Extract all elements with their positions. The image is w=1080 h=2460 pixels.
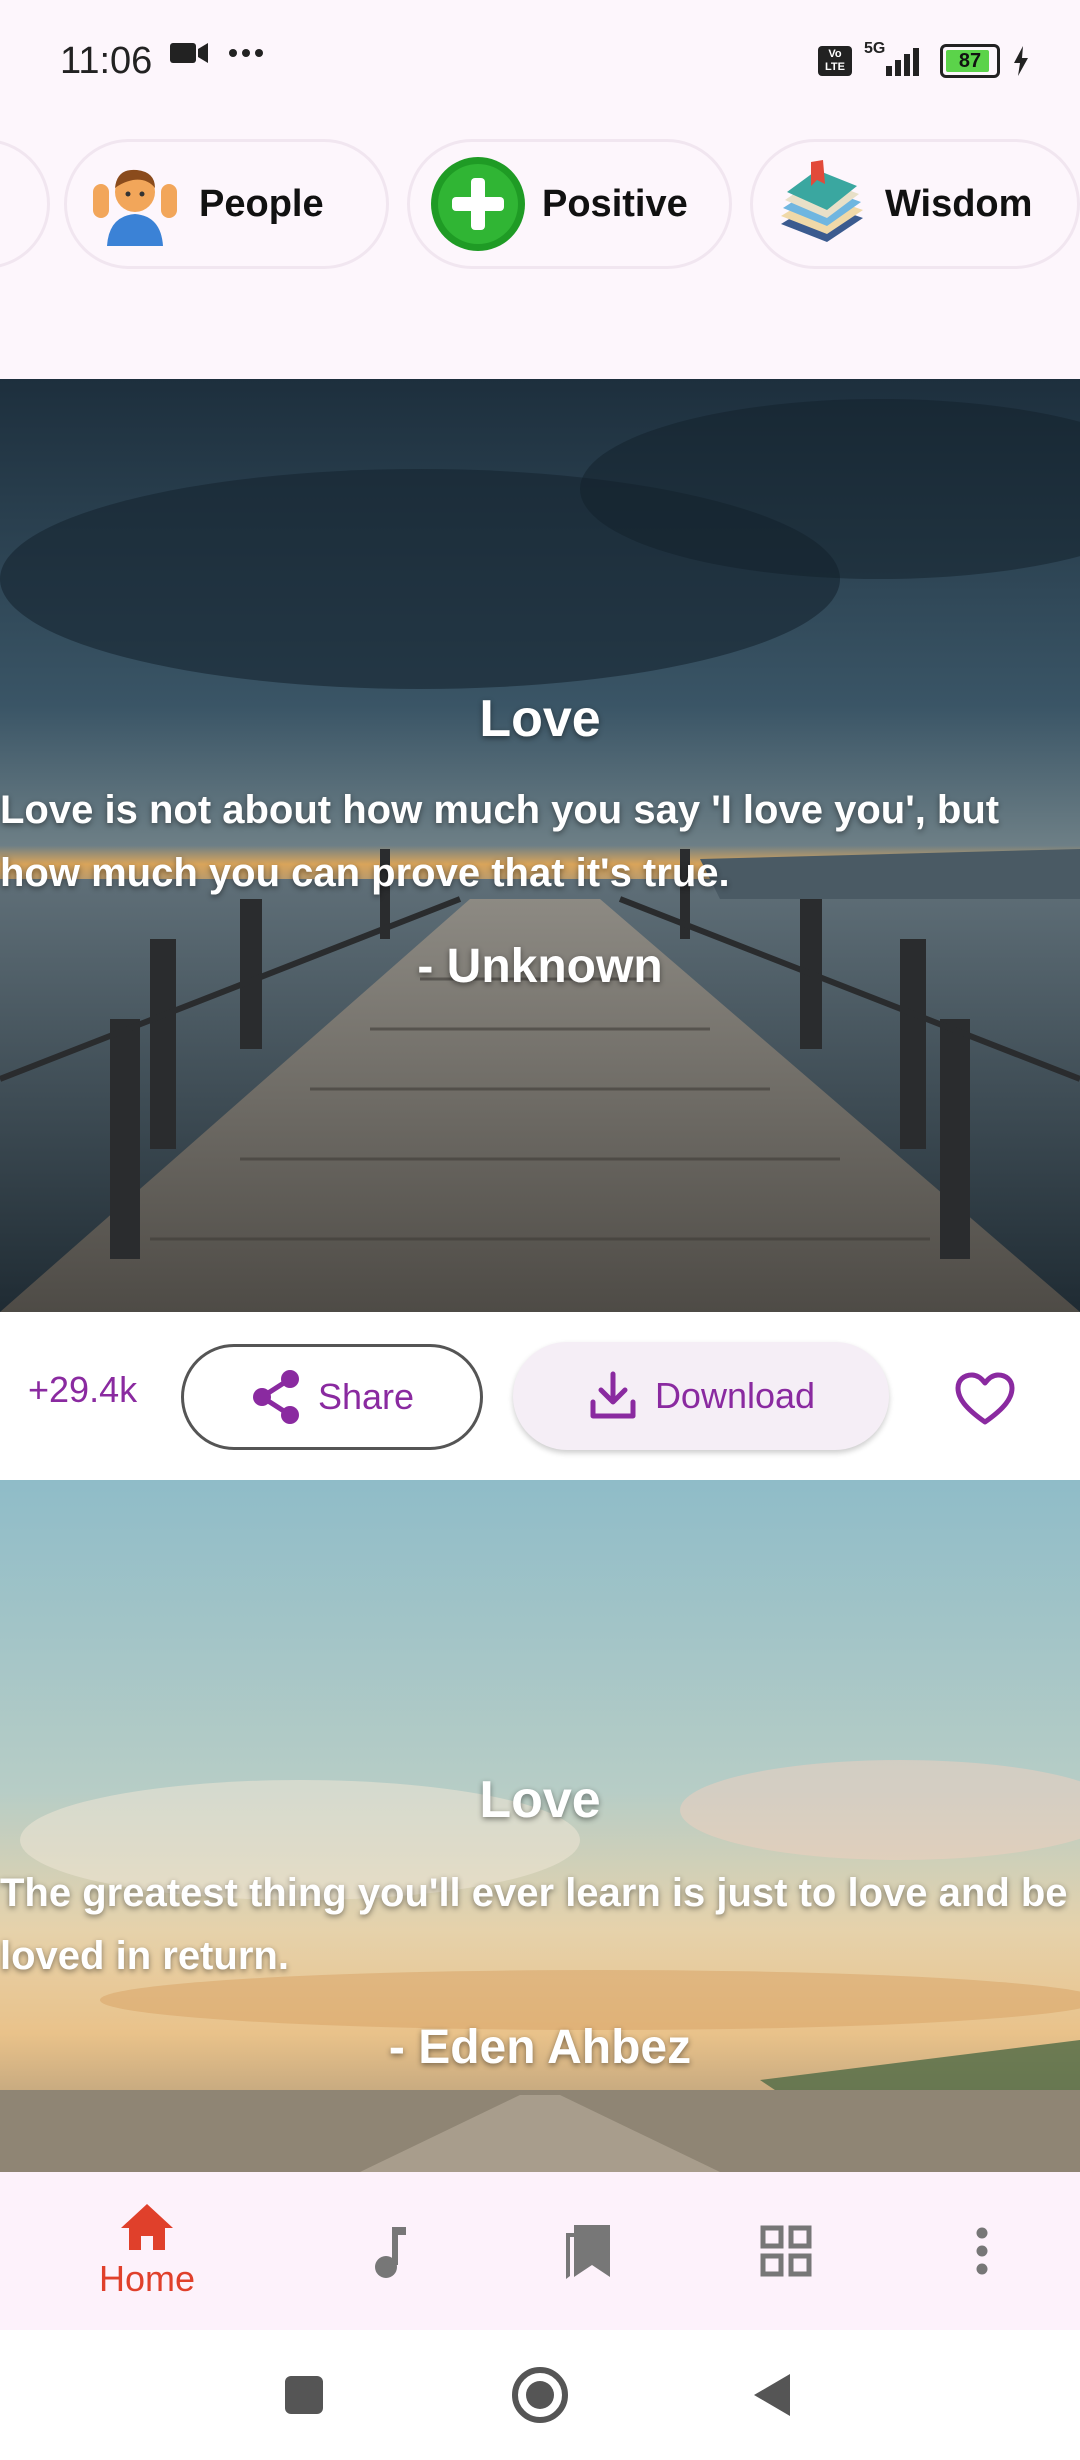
nav-home[interactable]: Home — [72, 2172, 222, 2330]
recent-apps-icon[interactable] — [283, 2374, 325, 2416]
quote-title: Love — [479, 690, 601, 748]
nav-music[interactable] — [340, 2172, 440, 2330]
likes-count: +29.4k — [28, 1369, 138, 1410]
books-icon — [771, 154, 871, 254]
nav-more[interactable] — [932, 2172, 1032, 2330]
status-bar: 11:06 Vo LTE 5G 87 — [0, 0, 1080, 130]
volte-icon: Vo LTE — [818, 46, 852, 76]
category-chip-people[interactable]: People — [64, 139, 389, 269]
status-time: 11:06 — [60, 40, 153, 82]
quote-author: - Unknown — [417, 940, 663, 993]
download-icon — [590, 1371, 636, 1419]
share-icon — [252, 1370, 299, 1424]
more-horiz-icon — [229, 49, 263, 57]
system-navigation-bar — [0, 2330, 1080, 2460]
download-button[interactable]: Download — [513, 1342, 889, 1450]
battery-icon: 87 — [940, 44, 1000, 78]
battery-level: 87 — [958, 49, 982, 72]
quote-actions: +29.4k Share Download — [0, 1312, 1080, 1480]
share-button[interactable]: Share — [181, 1344, 483, 1450]
person-avatar-icon — [85, 154, 185, 254]
bookmarks-icon — [566, 2225, 610, 2279]
plus-circle-icon — [428, 154, 528, 254]
home-icon — [121, 2204, 173, 2250]
quote-card[interactable]: Love The greatest thing you'll ever lear… — [0, 1480, 1080, 2172]
share-label: Share — [317, 1376, 415, 1417]
back-icon[interactable] — [752, 2372, 792, 2418]
nav-grid[interactable] — [736, 2172, 836, 2330]
grid-icon — [760, 2225, 812, 2277]
home-button-icon[interactable] — [511, 2366, 569, 2424]
bottom-navigation: Home — [0, 2172, 1080, 2330]
category-label: Wisdom — [885, 182, 1033, 225]
signal-icon: 5G — [864, 40, 928, 78]
quote-text: The greatest thing you'll ever learn is … — [0, 1871, 1068, 1978]
quote-card[interactable]: Love Love is not about how much you say … — [0, 379, 1080, 1312]
category-label: Positive — [542, 182, 688, 225]
status-right-icons: Vo LTE 5G 87 — [818, 40, 1030, 78]
favorite-button[interactable] — [950, 1364, 1020, 1434]
download-label: Download — [654, 1375, 816, 1416]
video-camera-icon — [170, 43, 208, 63]
charging-bolt-icon — [1014, 46, 1028, 76]
status-left-icons — [170, 40, 264, 66]
quote-title: Love — [479, 1771, 601, 1829]
nav-bookmarks[interactable] — [538, 2172, 638, 2330]
category-chips: People Positive Wisdom — [0, 135, 1080, 280]
category-chip-wisdom[interactable]: Wisdom — [750, 139, 1080, 269]
nav-home-label: Home — [98, 2258, 196, 2299]
more-vert-icon — [976, 2227, 988, 2275]
quote-text: Love is not about how much you say 'I lo… — [0, 788, 1000, 895]
category-chip-positive[interactable]: Positive — [407, 139, 732, 269]
quote-author: - Eden Ahbez — [388, 2021, 692, 2074]
category-label: People — [199, 182, 324, 225]
heart-outline-icon — [955, 1372, 1015, 1425]
music-note-icon — [375, 2227, 406, 2278]
category-chip-previous[interactable] — [0, 139, 50, 269]
